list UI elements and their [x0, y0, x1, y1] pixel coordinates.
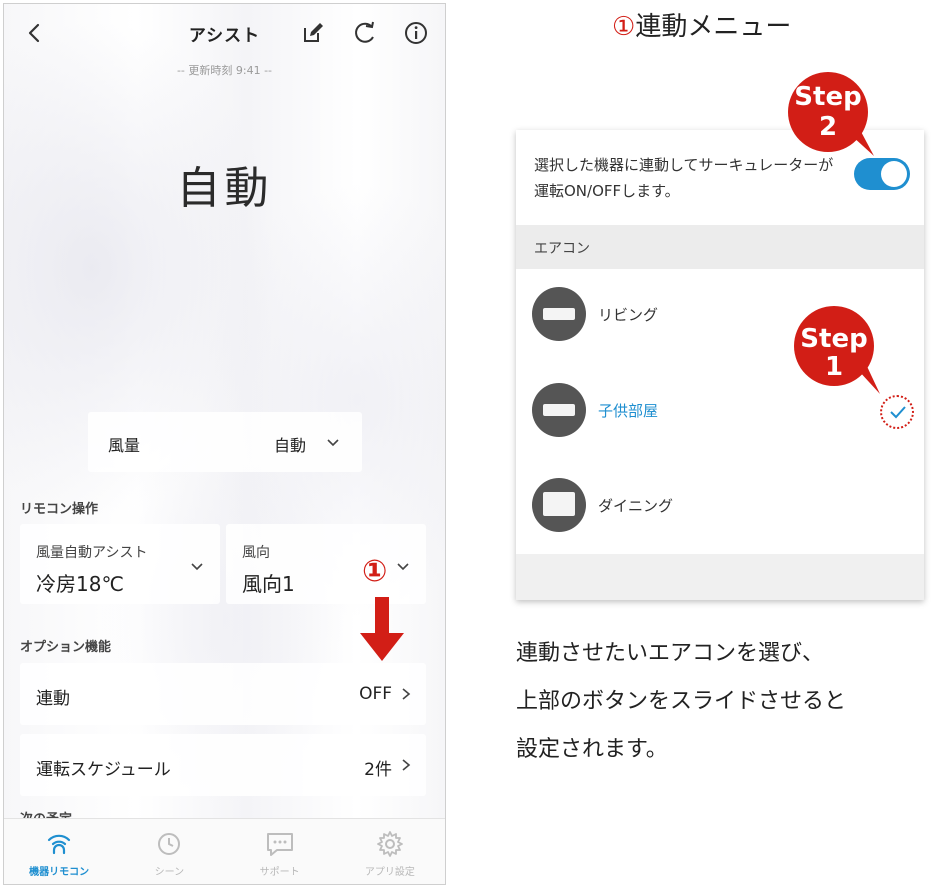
tab-support[interactable]: サポート	[225, 819, 335, 884]
instruction-line: 上部のボタンをスライドさせると	[516, 689, 847, 714]
step-number: 1	[824, 352, 844, 382]
tab-label: サポート	[259, 867, 300, 878]
panel-footer	[516, 554, 924, 600]
group-label: エアコン	[534, 241, 590, 257]
phone-screen: アシスト -- 更新時刻 9:41 -- 自動 風量 自動 リモコン操作 風量自…	[3, 3, 446, 885]
tab-scene[interactable]: シーン	[114, 819, 224, 884]
edit-icon[interactable]	[300, 20, 326, 46]
fan-volume-select[interactable]: 風量 自動	[88, 412, 362, 472]
fan-assist-value: 冷房18℃	[36, 572, 124, 596]
instruction-text: 連動させたいエアコンを選び、 上部のボタンをスライドさせると 設定されます。	[516, 630, 936, 774]
refresh-icon[interactable]	[352, 20, 378, 46]
fan-volume-label: 風量	[108, 436, 141, 455]
option-section-label: オプション機能	[20, 640, 112, 655]
info-icon[interactable]	[403, 20, 429, 46]
tab-app-settings[interactable]: アプリ設定	[335, 819, 445, 884]
app-header: アシスト	[4, 4, 445, 60]
device-name: リビング	[598, 306, 659, 324]
schedule-value: 2件	[364, 760, 392, 780]
tab-label: アプリ設定	[364, 867, 415, 878]
aircon-icon	[532, 478, 586, 532]
device-name: 子供部屋	[598, 402, 659, 420]
tab-remote[interactable]: 機器リモコン	[4, 819, 114, 884]
linkage-menu-title: ①連動メニュー	[612, 6, 791, 43]
down-arrow-icon	[360, 597, 404, 661]
chat-icon	[266, 833, 293, 856]
remote-section-label: リモコン操作	[20, 502, 99, 517]
chevron-down-icon	[191, 563, 203, 571]
linkage-item[interactable]: 連動 OFF	[20, 663, 426, 725]
wind-direction-select[interactable]: 風向 風向1	[226, 524, 426, 604]
annotation-circle-number: ①	[362, 554, 388, 589]
chevron-right-icon	[402, 688, 411, 700]
aircon-icon	[532, 287, 586, 341]
step-2-badge: Step 2	[786, 70, 874, 156]
linkage-value: OFF	[359, 684, 392, 704]
step-number: 2	[818, 112, 838, 142]
group-header: エアコン	[516, 225, 924, 269]
instruction-line: 設定されます。	[516, 737, 668, 762]
title-circle-number: ①	[612, 12, 636, 42]
schedule-item[interactable]: 運転スケジュール 2件	[20, 734, 426, 796]
step-1-badge: Step 1	[792, 304, 880, 394]
fan-assist-select[interactable]: 風量自動アシスト 冷房18℃	[20, 524, 220, 604]
device-row[interactable]: ダイニング	[516, 460, 924, 550]
remote-wifi-icon	[48, 834, 71, 855]
tab-label: 機器リモコン	[29, 867, 90, 878]
check-icon	[890, 406, 906, 419]
step-word: Step	[800, 324, 868, 354]
aircon-icon	[532, 383, 586, 437]
instruction-line: 連動させたいエアコンを選び、	[516, 641, 825, 666]
fan-volume-value: 自動	[274, 436, 307, 455]
tab-label: シーン	[154, 867, 185, 878]
chevron-down-icon	[327, 439, 339, 447]
chevron-down-icon	[397, 563, 409, 571]
schedule-label: 運転スケジュール	[36, 760, 171, 780]
page-title: アシスト	[188, 26, 261, 46]
tab-bar: 機器リモコン シーン サポート アプリ設定	[4, 818, 445, 884]
step-word: Step	[794, 82, 862, 112]
linkage-label: 連動	[36, 689, 70, 709]
title-text: 連動メニュー	[635, 12, 792, 42]
device-name: ダイニング	[598, 497, 674, 515]
wind-direction-title: 風向	[242, 545, 270, 561]
clock-icon	[158, 833, 181, 855]
update-time: -- 更新時刻 9:41 --	[176, 64, 273, 77]
fan-assist-title: 風量自動アシスト	[36, 545, 148, 561]
chevron-right-icon	[402, 759, 411, 771]
gear-icon	[376, 831, 403, 857]
wind-direction-value: 風向1	[242, 572, 295, 596]
current-mode: 自動	[176, 163, 273, 214]
